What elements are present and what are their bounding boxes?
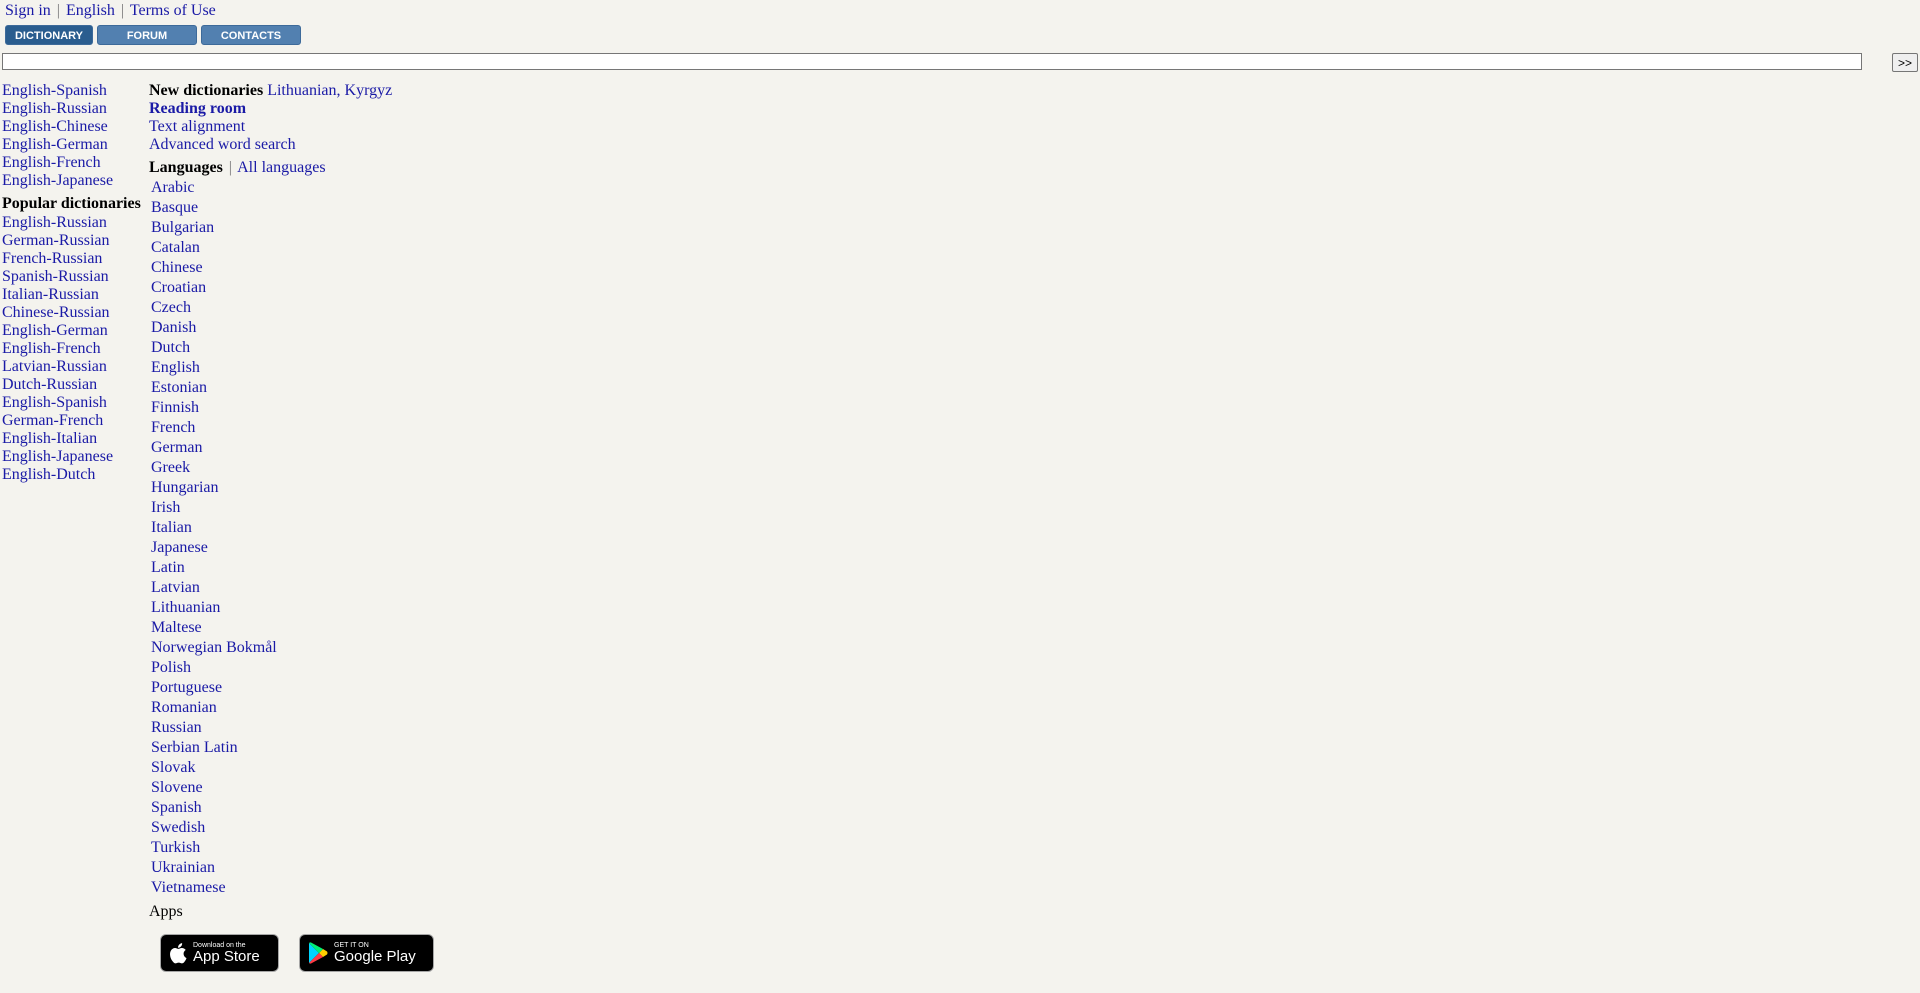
text-alignment-link[interactable]: Text alignment <box>149 118 245 135</box>
separator: | <box>120 2 125 19</box>
dictionary-link[interactable]: English-Russian <box>2 100 141 118</box>
language-link[interactable]: Lithuanian <box>151 598 434 618</box>
language-link[interactable]: Hungarian <box>151 478 434 498</box>
google-play-badge[interactable]: GET IT ON Google Play <box>299 934 434 972</box>
popular-dictionary-link[interactable]: French-Russian <box>2 250 141 268</box>
apps-label: Apps <box>149 903 183 920</box>
language-link[interactable]: Maltese <box>151 618 434 638</box>
new-dictionaries-label: New dictionaries <box>149 82 264 99</box>
advanced-search-link[interactable]: Advanced word search <box>149 136 296 153</box>
language-link[interactable]: Estonian <box>151 378 434 398</box>
popular-dictionary-link[interactable]: Spanish-Russian <box>2 268 141 286</box>
separator: | <box>228 159 232 176</box>
popular-dictionary-link[interactable]: German-French <box>2 412 141 430</box>
tab-contacts[interactable]: CONTACTS <box>201 25 301 45</box>
language-link[interactable]: Croatian <box>151 278 434 298</box>
terms-link[interactable]: Terms of Use <box>130 2 216 19</box>
app-store-badge[interactable]: Download on the App Store <box>160 934 279 972</box>
new-dictionaries-link[interactable]: Lithuanian, Kyrgyz <box>267 82 392 99</box>
language-link[interactable]: Polish <box>151 658 434 678</box>
popular-dictionaries-heading: Popular dictionaries <box>2 195 141 212</box>
dictionary-link[interactable]: English-Japanese <box>2 172 141 190</box>
left-sidebar: English-Spanish English-Russian English-Ch… <box>2 82 141 484</box>
language-link[interactable]: Spanish <box>151 798 434 818</box>
app-badges: Download on the App Store GET IT ON Goog… <box>160 934 434 972</box>
language-link[interactable]: Slovak <box>151 758 434 778</box>
language-link[interactable]: Swedish <box>151 818 434 838</box>
app-store-big-text: App Store <box>193 948 260 965</box>
popular-dictionary-link[interactable]: Chinese-Russian <box>2 304 141 322</box>
language-link[interactable]: Dutch <box>151 338 434 358</box>
language-link[interactable]: German <box>151 438 434 458</box>
language-link[interactable]: French <box>151 418 434 438</box>
popular-dictionary-link[interactable]: Latvian-Russian <box>2 358 141 376</box>
language-link[interactable]: Ukrainian <box>151 858 434 878</box>
popular-dictionary-link[interactable]: English-German <box>2 322 141 340</box>
popular-dictionary-link[interactable]: Italian-Russian <box>2 286 141 304</box>
popular-dictionary-link[interactable]: English-French <box>2 340 141 358</box>
sign-in-link[interactable]: Sign in <box>5 2 51 19</box>
top-bar: Sign in | English | Terms of Use <box>5 2 216 20</box>
language-link[interactable]: Turkish <box>151 838 434 858</box>
nav-tabs: DICTIONARY FORUM CONTACTS <box>5 25 301 45</box>
language-link[interactable]: Chinese <box>151 258 434 278</box>
google-play-icon <box>309 942 328 964</box>
language-link[interactable]: Russian <box>151 718 434 738</box>
popular-dictionary-link[interactable]: English-Dutch <box>2 466 141 484</box>
popular-dictionary-link[interactable]: English-Spanish <box>2 394 141 412</box>
language-link[interactable]: English <box>66 2 115 19</box>
dictionary-link[interactable]: English-French <box>2 154 141 172</box>
dictionary-link[interactable]: English-Spanish <box>2 82 141 100</box>
apple-icon <box>170 943 187 964</box>
dictionary-link[interactable]: English-German <box>2 136 141 154</box>
popular-dictionary-link[interactable]: Dutch-Russian <box>2 376 141 394</box>
google-play-big-text: Google Play <box>334 948 416 965</box>
language-link[interactable]: Bulgarian <box>151 218 434 238</box>
language-link[interactable]: Norwegian Bokmål <box>151 638 434 658</box>
reading-room-link[interactable]: Reading room <box>149 100 246 117</box>
language-link[interactable]: Greek <box>151 458 434 478</box>
popular-dictionary-link[interactable]: English-Italian <box>2 430 141 448</box>
language-link[interactable]: Arabic <box>151 178 434 198</box>
language-link[interactable]: Serbian Latin <box>151 738 434 758</box>
languages-heading: Languages <box>149 159 223 176</box>
popular-dictionary-link[interactable]: English-Russian <box>2 214 141 232</box>
language-link[interactable]: Danish <box>151 318 434 338</box>
language-link[interactable]: Finnish <box>151 398 434 418</box>
language-link[interactable]: Czech <box>151 298 434 318</box>
language-link[interactable]: Portuguese <box>151 678 434 698</box>
language-list: Arabic Basque Bulgarian Catalan Chinese Croat… <box>151 178 434 898</box>
tab-forum[interactable]: FORUM <box>97 25 197 45</box>
language-link[interactable]: Italian <box>151 518 434 538</box>
separator: | <box>56 2 60 19</box>
search-button[interactable]: >> <box>1892 53 1918 72</box>
language-link[interactable]: English <box>151 358 434 378</box>
language-link[interactable]: Slovene <box>151 778 434 798</box>
popular-dictionary-link[interactable]: English-Japanese <box>2 448 141 466</box>
search-input[interactable] <box>2 53 1862 70</box>
all-languages-link[interactable]: All languages <box>237 159 325 176</box>
language-link[interactable]: Irish <box>151 498 434 518</box>
main-column: New dictionaries Lithuanian, Kyrgyz Read… <box>149 82 434 972</box>
language-link[interactable]: Japanese <box>151 538 434 558</box>
language-link[interactable]: Latin <box>151 558 434 578</box>
language-link[interactable]: Catalan <box>151 238 434 258</box>
language-link[interactable]: Latvian <box>151 578 434 598</box>
tab-dictionary[interactable]: DICTIONARY <box>5 25 93 45</box>
dictionary-link[interactable]: English-Chinese <box>2 118 141 136</box>
language-link[interactable]: Basque <box>151 198 434 218</box>
language-link[interactable]: Vietnamese <box>151 878 434 898</box>
popular-dictionary-link[interactable]: German-Russian <box>2 232 141 250</box>
language-link[interactable]: Romanian <box>151 698 434 718</box>
